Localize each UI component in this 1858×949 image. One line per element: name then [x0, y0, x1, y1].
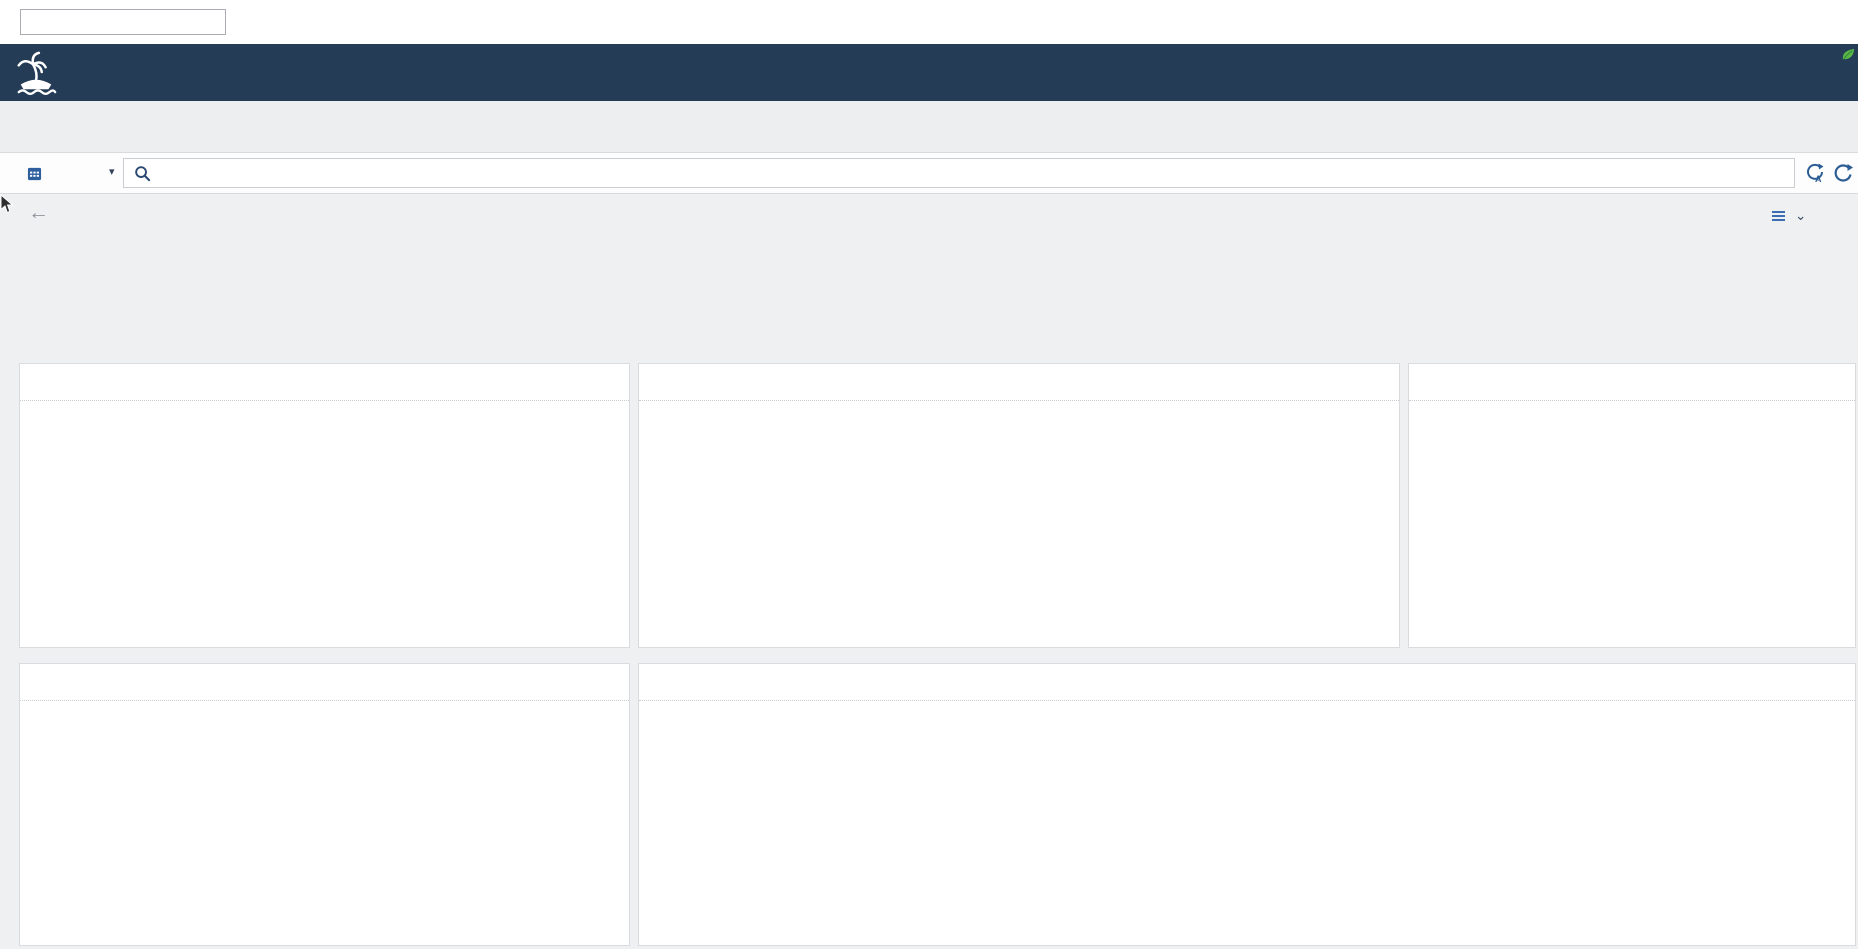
attack-sources-bar-chart: [20, 364, 629, 647]
partner-badge[interactable]: [1841, 47, 1858, 62]
asset-statistics-table: [639, 664, 1855, 945]
attacked-assets-bar-chart: [20, 664, 629, 945]
top-bar: [0, 0, 1858, 44]
attacks-timeline-card: [638, 363, 1400, 648]
svg-text:A: A: [1815, 174, 1822, 184]
leaf-icon: [1841, 47, 1856, 62]
events-tab-bar: [0, 101, 1858, 153]
search-icon: [134, 165, 151, 182]
dashboard-content: ← ⌄: [0, 194, 1858, 949]
main-nav-bar: [0, 44, 1858, 101]
refresh-icon[interactable]: [1832, 162, 1854, 184]
auto-search-icon[interactable]: A: [1804, 162, 1826, 184]
back-arrow-icon[interactable]: ←: [28, 202, 49, 223]
hamburger-icon: [1772, 209, 1785, 223]
top-attack-sources-card: [19, 363, 630, 648]
appsec-dashboard-app: ▾ A ← ⌄: [0, 0, 1858, 949]
calendar-icon[interactable]: [27, 166, 42, 181]
asset-statistics-card: [638, 663, 1856, 946]
event-search-input[interactable]: [151, 166, 1782, 181]
chevron-down-icon: ⌄: [1795, 208, 1806, 224]
top-attacked-assets-card: [19, 663, 630, 946]
attacks-timeline-chart: [639, 364, 1399, 647]
mouse-cursor: [0, 194, 14, 214]
filter-bar: ▾ A: [0, 153, 1858, 194]
options-menu[interactable]: ⌄: [1772, 208, 1806, 224]
attacks-level-card: [1408, 363, 1856, 648]
event-search-box: [123, 158, 1795, 188]
chevron-down-icon[interactable]: ▾: [109, 165, 115, 178]
attacks-level-pie-chart: [1409, 364, 1855, 647]
global-search-input[interactable]: [20, 9, 226, 35]
policy-actions: [1812, 0, 1858, 44]
palm-island-logo-icon[interactable]: [13, 50, 59, 96]
